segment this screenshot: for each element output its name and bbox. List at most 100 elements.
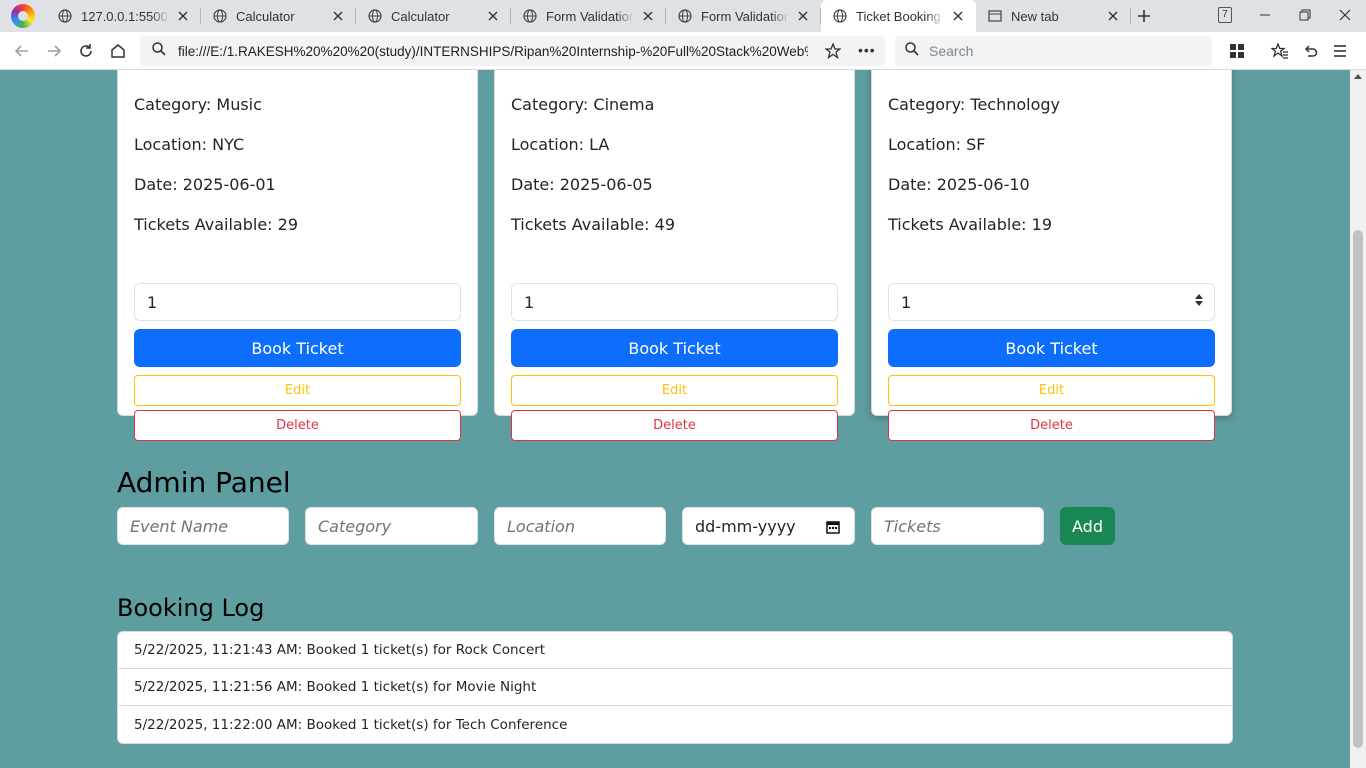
booking-log-list: 5/22/2025, 11:21:43 AM: Booked 1 ticket(… xyxy=(117,631,1233,744)
event-location: Location: SF xyxy=(888,135,986,154)
chevron-down-icon[interactable] xyxy=(1195,301,1203,306)
minimize-button[interactable] xyxy=(1245,0,1285,30)
date-input[interactable]: dd-mm-yyyy xyxy=(682,507,855,545)
menu-icon[interactable] xyxy=(1330,41,1350,61)
list-item: 5/22/2025, 11:21:56 AM: Booked 1 ticket(… xyxy=(118,669,1232,706)
search-input[interactable] xyxy=(929,43,1189,59)
quantity-stepper[interactable] xyxy=(1194,292,1204,312)
book-ticket-button[interactable]: Book Ticket xyxy=(134,329,461,367)
book-ticket-button[interactable]: Book Ticket xyxy=(888,329,1215,367)
search-icon xyxy=(152,41,166,61)
category-input[interactable] xyxy=(305,507,478,545)
newtab-icon xyxy=(988,9,1002,23)
calendar-icon[interactable] xyxy=(826,519,840,538)
date-placeholder: dd-mm-yyyy xyxy=(695,516,796,536)
scrollbar-thumb[interactable] xyxy=(1353,230,1363,748)
tab-form-validation-2[interactable]: Form Validation xyxy=(666,0,821,32)
tab-bar: 127.0.0.1:5500/Le Calculator Calculator … xyxy=(0,0,1366,32)
tab-form-validation-1[interactable]: Form Validation xyxy=(511,0,666,32)
home-icon[interactable] xyxy=(108,41,128,61)
quantity-value: 1 xyxy=(901,292,912,312)
quantity-input[interactable]: 1 xyxy=(511,283,838,321)
tab-title: Ticket Booking Sy xyxy=(856,8,944,24)
back-arrow-icon[interactable] xyxy=(12,41,32,61)
close-icon[interactable] xyxy=(485,8,501,24)
search-box[interactable] xyxy=(895,36,1212,66)
edit-button[interactable]: Edit xyxy=(511,375,838,406)
browser-logo-icon[interactable] xyxy=(11,4,35,28)
close-icon[interactable] xyxy=(640,8,656,24)
tab-count-badge[interactable]: 7 xyxy=(1218,7,1232,23)
close-icon[interactable] xyxy=(175,8,191,24)
delete-button[interactable]: Delete xyxy=(511,410,838,441)
globe-icon xyxy=(213,9,227,23)
close-window-button[interactable] xyxy=(1325,0,1365,30)
tab-title: New tab xyxy=(1011,8,1059,24)
search-icon xyxy=(905,41,919,61)
tab-title: Form Validation xyxy=(546,8,634,24)
restore-button[interactable] xyxy=(1285,0,1325,30)
event-card: Category: Technology Location: SF Date: … xyxy=(871,70,1232,441)
tickets-input[interactable] xyxy=(871,507,1044,545)
event-category: Category: Technology xyxy=(888,95,1061,114)
event-date: Date: 2025-06-05 xyxy=(511,175,653,194)
quantity-value: 1 xyxy=(147,292,158,312)
location-input[interactable] xyxy=(494,507,666,545)
event-location: Location: LA xyxy=(511,135,610,154)
edit-button[interactable]: Edit xyxy=(134,375,461,406)
event-card: Category: Cinema Location: LA Date: 2025… xyxy=(494,70,855,441)
tab-calculator-1[interactable]: Calculator xyxy=(201,0,356,32)
tab-new-tab[interactable]: New tab xyxy=(976,0,1131,32)
close-icon[interactable] xyxy=(330,8,346,24)
event-tickets-available: Tickets Available: 29 xyxy=(134,215,299,234)
event-date: Date: 2025-06-10 xyxy=(888,175,1030,194)
globe-icon xyxy=(678,9,692,23)
quantity-input[interactable]: 1 xyxy=(888,283,1215,321)
add-event-button[interactable]: Add xyxy=(1060,507,1115,545)
event-name-input[interactable] xyxy=(117,507,289,545)
tab-strip: 127.0.0.1:5500/Le Calculator Calculator … xyxy=(46,0,1131,32)
event-tickets-available: Tickets Available: 19 xyxy=(888,215,1053,234)
tab-title: 127.0.0.1:5500/Le xyxy=(81,8,169,24)
tab-title: Form Validation xyxy=(701,8,789,24)
forward-arrow-icon[interactable] xyxy=(44,41,64,61)
booking-log-title: Booking Log xyxy=(117,594,265,622)
event-category: Category: Cinema xyxy=(511,95,655,114)
globe-icon xyxy=(833,9,847,23)
event-tickets-available: Tickets Available: 49 xyxy=(511,215,676,234)
event-category: Category: Music xyxy=(134,95,262,114)
event-location: Location: NYC xyxy=(134,135,245,154)
book-ticket-button[interactable]: Book Ticket xyxy=(511,329,838,367)
reload-icon[interactable] xyxy=(76,41,96,61)
new-tab-button[interactable] xyxy=(1134,6,1154,26)
undo-icon[interactable] xyxy=(1300,41,1320,61)
quantity-input[interactable]: 1 xyxy=(134,283,461,321)
favorites-icon[interactable] xyxy=(1270,41,1290,61)
close-icon[interactable] xyxy=(795,8,811,24)
event-date: Date: 2025-06-01 xyxy=(134,175,276,194)
address-bar[interactable]: file:///E:/1.RAKESH%20%20%20(study)/INTE… xyxy=(140,36,885,66)
close-icon[interactable] xyxy=(1105,8,1121,24)
tab-title: Calculator xyxy=(236,8,295,24)
tab-calculator-2[interactable]: Calculator xyxy=(356,0,511,32)
url-text[interactable]: file:///E:/1.RAKESH%20%20%20(study)/INTE… xyxy=(178,44,808,59)
tab-localhost[interactable]: 127.0.0.1:5500/Le xyxy=(46,0,201,32)
more-icon[interactable]: ••• xyxy=(858,42,876,58)
list-item: 5/22/2025, 11:21:43 AM: Booked 1 ticket(… xyxy=(118,632,1232,669)
delete-button[interactable]: Delete xyxy=(134,410,461,441)
edit-button[interactable]: Edit xyxy=(888,375,1215,406)
admin-panel-title: Admin Panel xyxy=(117,466,291,499)
tab-ticket-booking[interactable]: Ticket Booking Sy xyxy=(821,0,976,32)
globe-icon xyxy=(523,9,537,23)
scroll-up-arrow-icon[interactable] xyxy=(1354,74,1362,79)
star-icon[interactable] xyxy=(824,42,842,64)
vertical-scrollbar[interactable] xyxy=(1350,70,1366,768)
close-icon[interactable] xyxy=(950,8,966,24)
apps-grid-icon[interactable] xyxy=(1227,41,1247,61)
quantity-value: 1 xyxy=(524,292,535,312)
delete-button[interactable]: Delete xyxy=(888,410,1215,441)
chevron-up-icon[interactable] xyxy=(1195,294,1203,299)
list-item: 5/22/2025, 11:22:00 AM: Booked 1 ticket(… xyxy=(134,716,568,733)
event-card: Category: Music Location: NYC Date: 2025… xyxy=(117,70,478,441)
globe-icon xyxy=(368,9,382,23)
